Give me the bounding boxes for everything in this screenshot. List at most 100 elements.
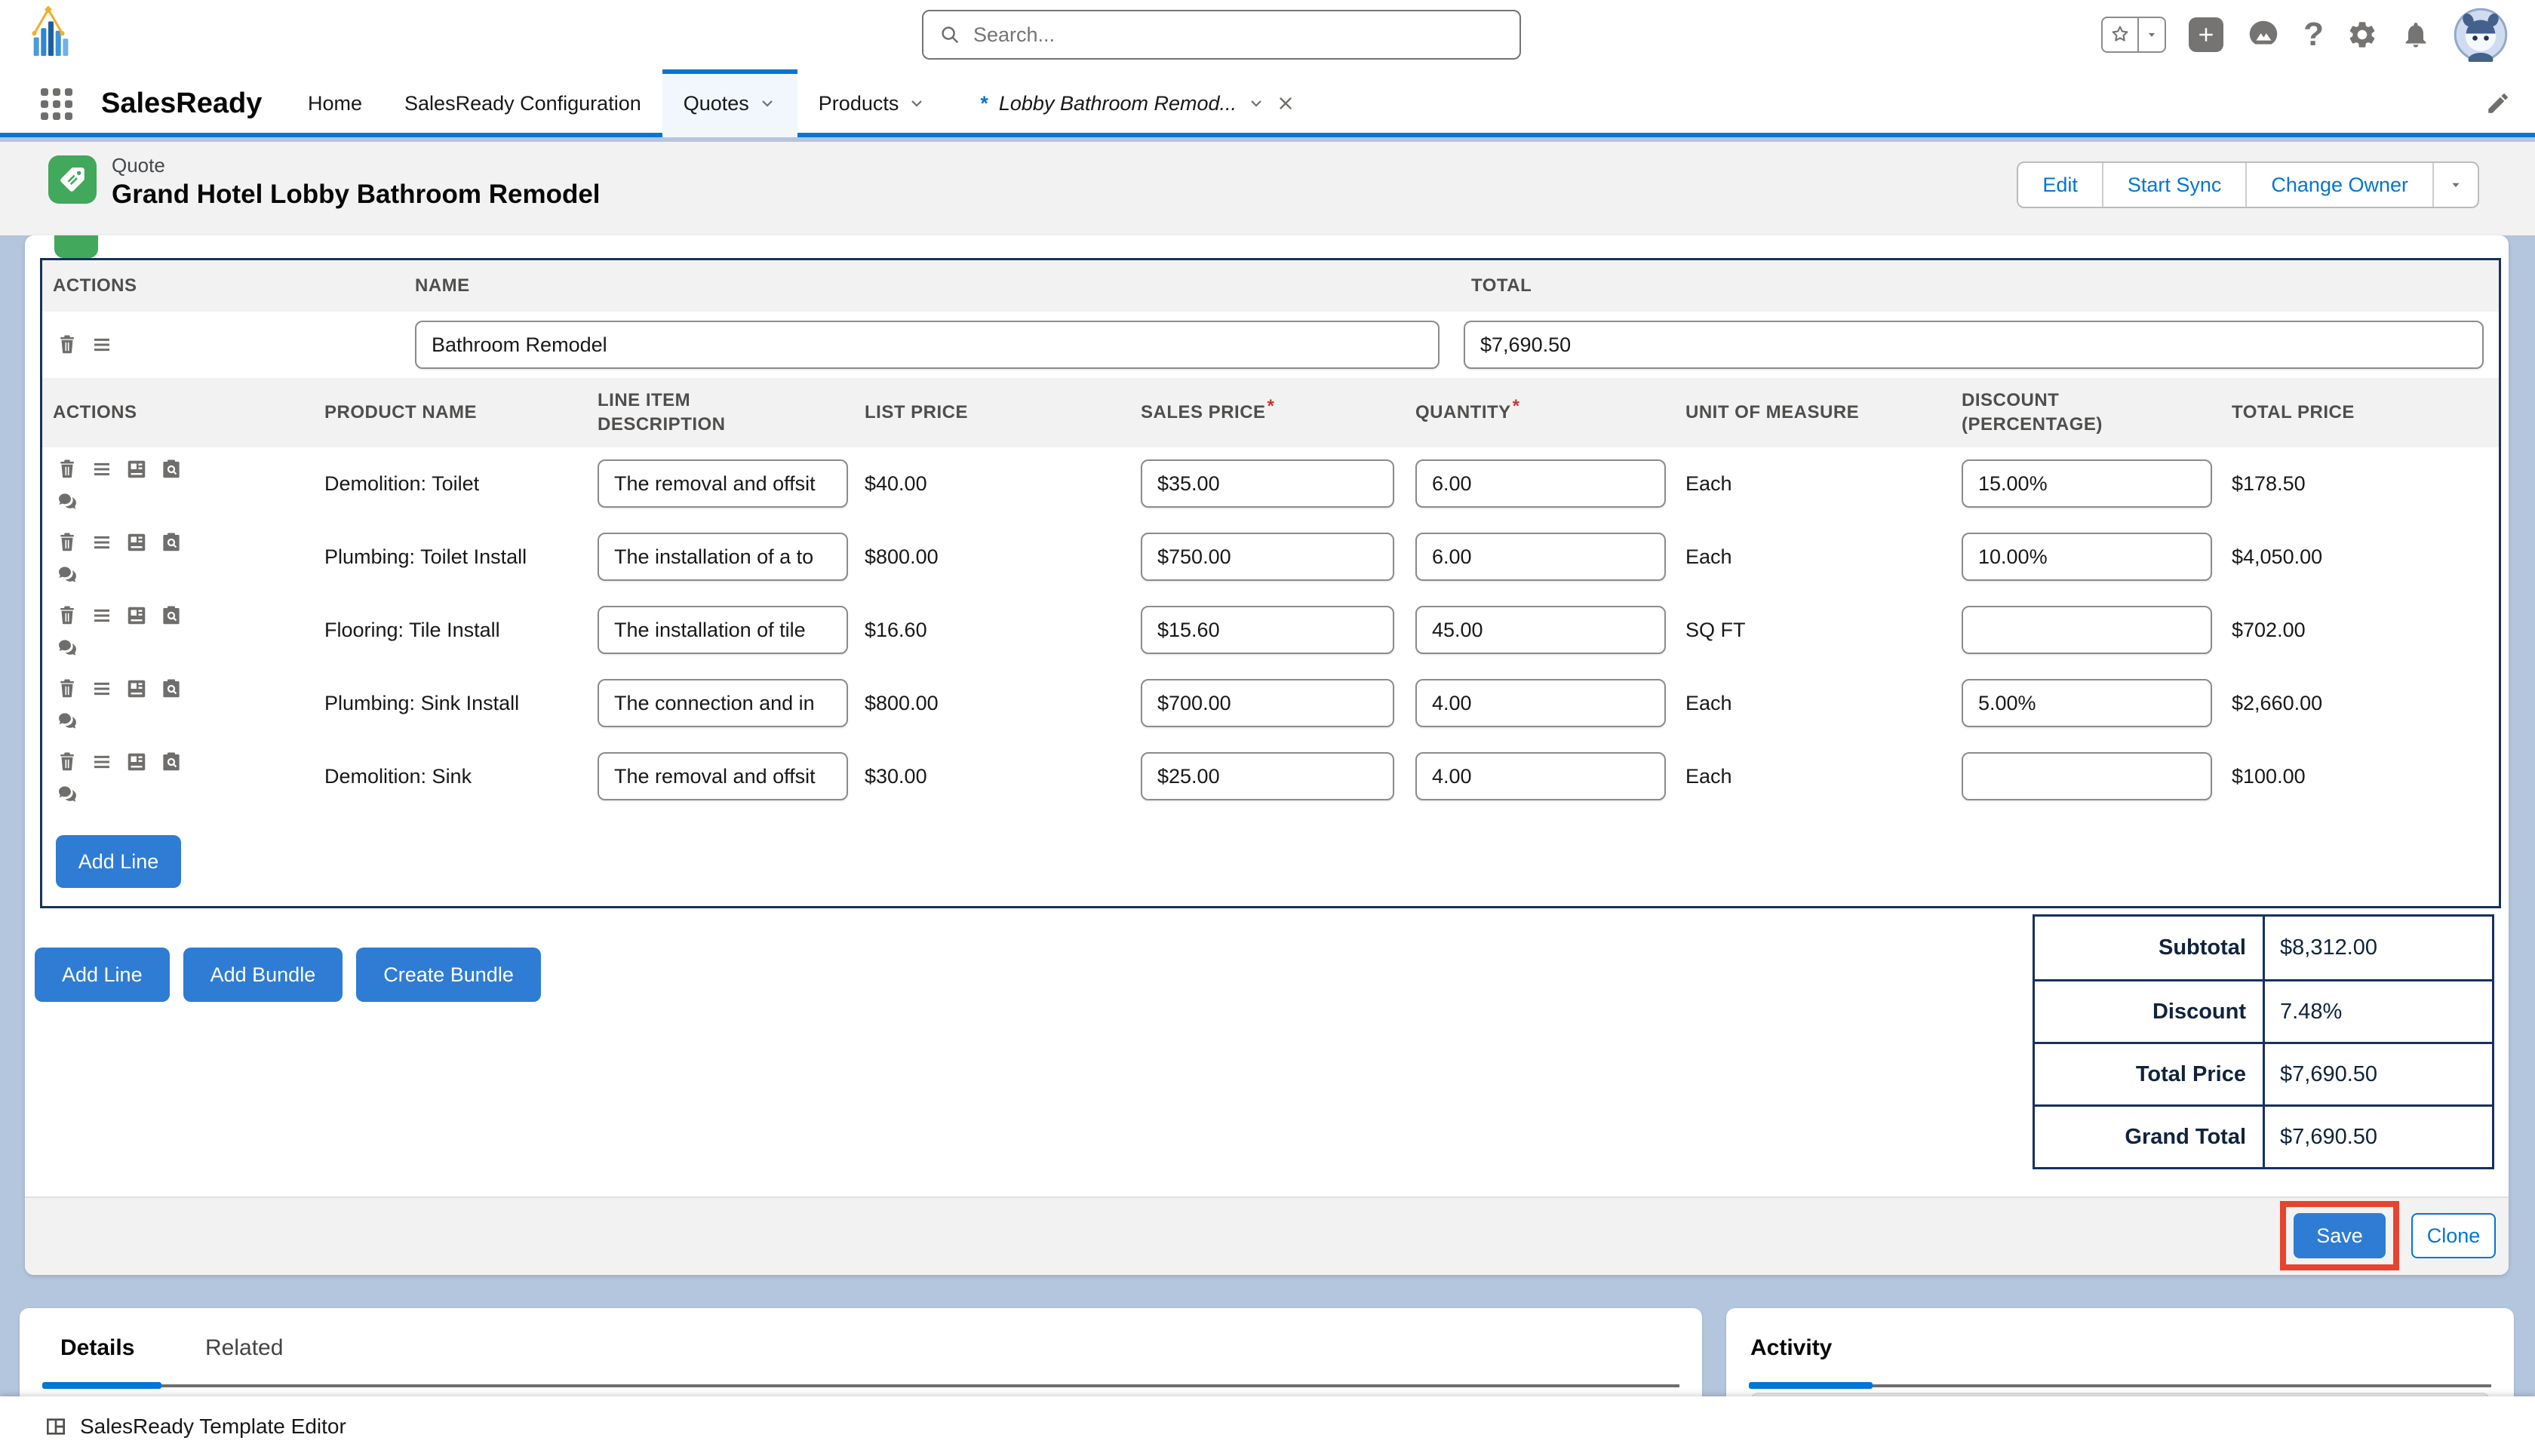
menu-icon[interactable] xyxy=(91,458,113,481)
add-line-button[interactable]: Add Line xyxy=(35,948,170,1002)
notifications-bell-icon[interactable] xyxy=(2401,20,2431,50)
save-button[interactable]: Save xyxy=(2294,1213,2386,1258)
user-avatar[interactable] xyxy=(2454,8,2508,62)
line-item-row: Demolition: Toilet $40.00 Each $178.50 xyxy=(42,447,2499,521)
plus-icon xyxy=(2195,23,2217,46)
delete-line-icon[interactable] xyxy=(56,531,78,554)
delete-line-icon[interactable] xyxy=(56,751,78,773)
menu-icon[interactable] xyxy=(91,333,113,356)
nav-tab-home[interactable]: Home xyxy=(287,69,383,137)
totals-table: Subtotal $8,312.00 Discount 7.48% Total … xyxy=(2033,914,2494,1169)
discount-input[interactable] xyxy=(1962,679,2212,727)
more-actions-button[interactable] xyxy=(2432,163,2478,207)
menu-icon[interactable] xyxy=(91,604,113,627)
active-tab-underline xyxy=(1749,1382,1873,1389)
nav-tab-products[interactable]: Products xyxy=(797,69,948,137)
required-marker: * xyxy=(1513,395,1520,419)
record-header: Quote Grand Hotel Lobby Bathroom Remodel… xyxy=(0,142,2535,235)
delete-line-icon[interactable] xyxy=(56,604,78,627)
column-header-total: TOTAL xyxy=(1471,260,1532,312)
active-tab-underline xyxy=(42,1382,161,1389)
close-icon[interactable] xyxy=(1276,94,1295,113)
quantity-input[interactable] xyxy=(1415,679,1666,727)
line-toolbar: Add Line Add Bundle Create Bundle xyxy=(35,948,541,1002)
start-sync-button[interactable]: Start Sync xyxy=(2102,163,2246,207)
trailhead-icon[interactable] xyxy=(2246,17,2281,52)
discount-input[interactable] xyxy=(1962,459,2212,508)
chat-icon[interactable] xyxy=(56,563,80,587)
change-owner-button[interactable]: Change Owner xyxy=(2245,163,2432,207)
line-item-row: Plumbing: Sink Install $800.00 Each $2,6… xyxy=(42,667,2499,740)
tab-related[interactable]: Related xyxy=(205,1335,283,1361)
discount-input[interactable] xyxy=(1962,533,2212,581)
column-header-name: NAME xyxy=(415,260,470,312)
chat-icon[interactable] xyxy=(56,782,80,806)
favorites-button[interactable] xyxy=(2101,17,2166,53)
notes-icon[interactable] xyxy=(125,531,148,554)
quote-section-row xyxy=(42,312,2499,378)
discount-input[interactable] xyxy=(1962,752,2212,800)
chat-icon[interactable] xyxy=(56,709,80,733)
workspace-tab-lobby-bathroom-remodel[interactable]: * Lobby Bathroom Remod... xyxy=(960,69,1315,137)
app-launcher-icon[interactable] xyxy=(41,88,72,120)
menu-icon[interactable] xyxy=(91,531,113,554)
chat-icon[interactable] xyxy=(56,636,80,660)
setup-gear-icon[interactable] xyxy=(2346,19,2378,51)
menu-icon[interactable] xyxy=(91,677,113,700)
notes-icon[interactable] xyxy=(125,677,148,700)
unit-of-measure: Each xyxy=(1685,447,1732,521)
sales-price-input[interactable] xyxy=(1141,752,1394,800)
sales-price-input[interactable] xyxy=(1141,606,1394,654)
clipboard-search-icon[interactable] xyxy=(160,604,183,627)
clipboard-search-icon[interactable] xyxy=(160,751,183,773)
clipboard-search-icon[interactable] xyxy=(160,531,183,554)
section-name-input[interactable] xyxy=(415,321,1440,369)
notes-icon[interactable] xyxy=(125,458,148,481)
tab-details[interactable]: Details xyxy=(60,1335,134,1361)
section-total-input[interactable] xyxy=(1464,321,2484,369)
notes-icon[interactable] xyxy=(125,751,148,773)
utility-item-template-editor[interactable]: SalesReady Template Editor xyxy=(44,1396,346,1456)
search-input[interactable] xyxy=(972,23,1519,48)
sales-price-input[interactable] xyxy=(1141,459,1394,508)
clone-button[interactable]: Clone xyxy=(2411,1213,2496,1258)
sales-price-input[interactable] xyxy=(1141,679,1394,727)
help-icon[interactable]: ? xyxy=(2303,18,2324,51)
nav-tab-salesready-configuration[interactable]: SalesReady Configuration xyxy=(383,69,662,137)
add-line-button[interactable]: Add Line xyxy=(56,835,181,888)
product-name: Demolition: Toilet xyxy=(324,447,581,521)
notes-icon[interactable] xyxy=(125,604,148,627)
chat-icon[interactable] xyxy=(56,490,80,514)
line-description-input[interactable] xyxy=(598,459,848,508)
global-header-icons: ? xyxy=(2101,0,2508,69)
favorites-dropdown-icon[interactable] xyxy=(2137,18,2165,51)
column-header-actions: ACTIONS xyxy=(53,378,137,447)
delete-line-icon[interactable] xyxy=(56,458,78,481)
line-description-input[interactable] xyxy=(598,679,848,727)
edit-button[interactable]: Edit xyxy=(2018,163,2102,207)
edit-nav-pencil-icon[interactable] xyxy=(2485,91,2511,116)
quantity-input[interactable] xyxy=(1415,459,1666,508)
menu-icon[interactable] xyxy=(91,751,113,773)
salesready-logo xyxy=(15,2,81,68)
line-description-input[interactable] xyxy=(598,752,848,800)
quantity-input[interactable] xyxy=(1415,533,1666,581)
chevron-down-icon[interactable] xyxy=(1247,94,1265,112)
delete-line-icon[interactable] xyxy=(56,677,78,700)
global-header: ? xyxy=(0,0,2535,69)
star-icon[interactable] xyxy=(2103,18,2137,51)
global-actions-button[interactable] xyxy=(2189,17,2223,52)
nav-tab-quotes[interactable]: Quotes xyxy=(662,69,797,137)
clipboard-search-icon[interactable] xyxy=(160,458,183,481)
clipboard-search-icon[interactable] xyxy=(160,677,183,700)
discount-input[interactable] xyxy=(1962,606,2212,654)
quantity-input[interactable] xyxy=(1415,606,1666,654)
sales-price-input[interactable] xyxy=(1141,533,1394,581)
line-description-input[interactable] xyxy=(598,606,848,654)
add-bundle-button[interactable]: Add Bundle xyxy=(183,948,343,1002)
create-bundle-button[interactable]: Create Bundle xyxy=(356,948,541,1002)
line-items-header-row: ACTIONS PRODUCT NAME LINE ITEM DESCRIPTI… xyxy=(42,378,2499,447)
delete-section-icon[interactable] xyxy=(56,333,78,356)
line-description-input[interactable] xyxy=(598,533,848,581)
quantity-input[interactable] xyxy=(1415,752,1666,800)
